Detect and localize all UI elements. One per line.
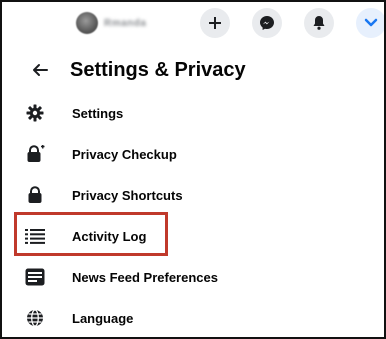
menu-item-privacy-checkup[interactable]: Privacy Checkup	[24, 139, 354, 169]
lock-icon	[24, 184, 46, 206]
menu-item-language[interactable]: Language	[24, 303, 354, 333]
menu-item-label: Privacy Checkup	[72, 146, 177, 162]
avatar	[76, 12, 98, 34]
messenger-icon	[259, 15, 275, 31]
menu-item-label: News Feed Preferences	[72, 269, 218, 285]
lock-plus-icon	[24, 143, 46, 165]
list-icon	[24, 225, 46, 247]
menu-item-label: Activity Log	[72, 228, 147, 244]
settings-privacy-menu: Rmanda Settings & Privacy Settings Priva…	[0, 0, 386, 339]
profile-shortcut[interactable]: Rmanda	[76, 10, 182, 36]
menu-item-label: Privacy Shortcuts	[72, 187, 183, 203]
menu-item-settings[interactable]: Settings	[24, 98, 354, 128]
globe-icon	[24, 307, 46, 329]
account-menu-button[interactable]	[356, 8, 384, 38]
notifications-button[interactable]	[304, 8, 334, 38]
gear-icon	[24, 102, 46, 124]
menu-item-news-feed-preferences[interactable]: News Feed Preferences	[24, 262, 354, 292]
back-button[interactable]	[30, 58, 50, 82]
chevron-down-icon	[364, 18, 378, 28]
create-button[interactable]	[200, 8, 230, 38]
bell-icon	[312, 15, 326, 31]
menu-item-label: Language	[72, 310, 134, 326]
page-title: Settings & Privacy	[70, 59, 246, 81]
top-navigation-bar: Rmanda	[2, 2, 384, 46]
profile-name: Rmanda	[104, 17, 147, 29]
messenger-button[interactable]	[252, 8, 282, 38]
menu-item-label: Settings	[72, 105, 124, 121]
plus-icon	[208, 16, 222, 30]
arrow-left-icon	[30, 64, 50, 86]
menu-item-activity-log[interactable]: Activity Log	[24, 221, 354, 251]
menu-item-privacy-shortcuts[interactable]: Privacy Shortcuts	[24, 180, 354, 210]
feed-icon	[24, 266, 46, 288]
